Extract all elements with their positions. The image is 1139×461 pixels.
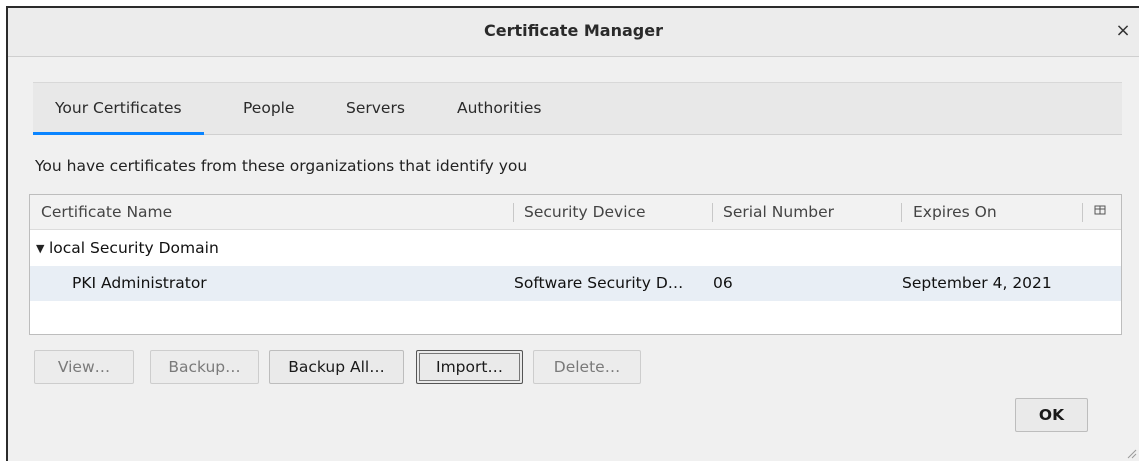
cell-serial-number: 06 (713, 274, 733, 292)
column-header-serial-number[interactable]: Serial Number (723, 195, 834, 230)
intro-text: You have certificates from these organiz… (35, 157, 528, 175)
table-row[interactable]: PKI Administrator Software Security D… 0… (30, 266, 1121, 301)
view-button[interactable]: View… (34, 350, 134, 384)
tab-your-certificates[interactable]: Your Certificates (33, 83, 204, 135)
column-splitter[interactable] (513, 203, 514, 222)
column-header-certificate-name[interactable]: Certificate Name (41, 195, 172, 230)
tab-bar: Your Certificates People Servers Authori… (33, 82, 1122, 135)
import-button[interactable]: Import… (416, 350, 523, 384)
tree-group-row[interactable]: ▼ local Security Domain (30, 231, 1121, 266)
close-icon[interactable]: × (1113, 20, 1133, 42)
column-picker-icon[interactable] (1094, 195, 1106, 230)
tree-header: Certificate Name Security Device Serial … (30, 195, 1121, 230)
dialog-title: Certificate Manager (484, 21, 663, 40)
backup-all-button[interactable]: Backup All… (269, 350, 404, 384)
column-splitter[interactable] (901, 203, 902, 222)
column-splitter[interactable] (1082, 203, 1083, 222)
certificate-tree[interactable]: Certificate Name Security Device Serial … (29, 194, 1122, 335)
cell-certificate-name: PKI Administrator (72, 274, 207, 292)
backup-button[interactable]: Backup… (150, 350, 259, 384)
cell-security-device: Software Security D… (514, 274, 684, 292)
cell-expires-on: September 4, 2021 (902, 274, 1052, 292)
certificate-manager-dialog: Certificate Manager × Your Certificates … (6, 6, 1139, 461)
title-bar[interactable]: Certificate Manager × (8, 8, 1139, 57)
expand-triangle-icon[interactable]: ▼ (36, 231, 44, 266)
delete-button[interactable]: Delete… (533, 350, 641, 384)
column-header-security-device[interactable]: Security Device (524, 195, 646, 230)
resize-grip-icon[interactable] (1125, 447, 1137, 459)
tab-authorities[interactable]: Authorities (435, 83, 564, 135)
tab-servers[interactable]: Servers (324, 83, 427, 135)
tab-people[interactable]: People (221, 83, 317, 135)
group-name: local Security Domain (49, 239, 219, 257)
ok-button[interactable]: OK (1015, 398, 1088, 432)
column-header-expires-on[interactable]: Expires On (913, 195, 997, 230)
column-splitter[interactable] (712, 203, 713, 222)
